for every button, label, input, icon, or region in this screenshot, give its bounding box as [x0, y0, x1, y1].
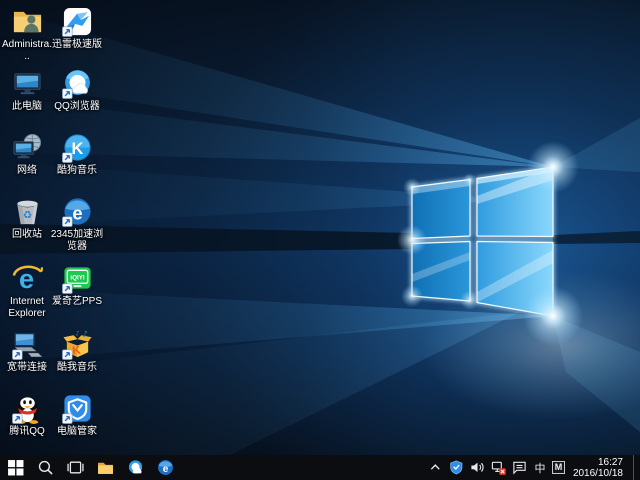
desktop-icon-label: 2345加速浏览器 — [49, 229, 105, 253]
start-icon — [7, 459, 24, 476]
qq-browser-icon — [127, 459, 144, 476]
svg-text:iQIYI: iQIYI — [70, 274, 85, 281]
svg-text:♻: ♻ — [22, 208, 32, 221]
kugou-music-icon: K — [62, 132, 93, 163]
desktop-icon-label: QQ浏览器 — [54, 101, 100, 113]
desktop-icon-browser-2345[interactable]: e 2345加速浏览器 — [49, 196, 105, 253]
desktop-icon-this-pc[interactable]: 此电脑 — [1, 68, 53, 113]
svg-text:K: K — [71, 140, 83, 158]
volume-icon[interactable] — [470, 460, 486, 476]
desktop-icon-label: 网络 — [17, 165, 37, 177]
desktop-icon-internet-explorer[interactable]: eInternet Explorer — [1, 263, 53, 320]
2345-browser-icon: e — [157, 459, 174, 476]
desktop-icon-administrator[interactable]: Administra... — [1, 6, 53, 63]
desktop-icon-label: 宽带连接 — [7, 362, 47, 374]
tencent-qq-icon — [12, 393, 43, 424]
tray-icons — [428, 460, 528, 476]
desktop-icon-label: 腾讯QQ — [9, 426, 45, 438]
search-icon — [37, 459, 54, 476]
file-explorer-button[interactable] — [90, 455, 120, 480]
desktop-icon-label: 此电脑 — [12, 101, 42, 113]
ime-indicator[interactable]: 中 — [533, 460, 547, 476]
security-shield-icon[interactable] — [449, 460, 465, 476]
desktop-icon-pc-manager[interactable]: 电脑管家 — [49, 393, 105, 438]
task-view-button[interactable] — [60, 455, 90, 480]
desktop-icon-label: 迅雷极速版 — [52, 39, 102, 51]
recycle-bin-icon: ♻ — [12, 196, 43, 227]
desktop-icon-label: Internet Explorer — [1, 296, 53, 320]
search-button[interactable] — [30, 455, 60, 480]
pc-manager-icon — [62, 393, 93, 424]
2345-browser-button[interactable]: e — [150, 455, 180, 480]
start-button[interactable] — [0, 455, 30, 480]
broadband-icon — [12, 329, 43, 360]
desktop-icon-qq-browser[interactable]: QQ浏览器 — [49, 68, 105, 113]
system-tray: 中 M 16:27 2016/10/18 — [428, 455, 640, 480]
desktop-icon-label: 酷我音乐 — [57, 362, 97, 374]
task-view-icon — [67, 459, 84, 476]
qq-browser-button[interactable] — [120, 455, 150, 480]
thunder-icon — [62, 6, 93, 37]
desktop-icons: Administra...迅雷极速版此电脑QQ浏览器网络K酷狗音乐♻回收站e23… — [0, 0, 640, 455]
m-tray-icon[interactable]: M — [552, 461, 565, 474]
desktop-icon-thunder[interactable]: 迅雷极速版 — [49, 6, 105, 51]
desktop-icon-recycle-bin[interactable]: ♻ 回收站 — [1, 196, 53, 241]
network-error-icon[interactable] — [491, 460, 507, 476]
clock-date: 2016/10/18 — [573, 468, 623, 479]
iqiyi-pps-icon: iQIYI — [62, 263, 93, 294]
desktop-icon-label: 回收站 — [12, 229, 42, 241]
desktop-icon-broadband[interactable]: 宽带连接 — [1, 329, 53, 374]
desktop-icon-network[interactable]: 网络 — [1, 132, 53, 177]
qq-browser-icon — [62, 68, 93, 99]
kuwo-music-icon: K♪♪ — [62, 329, 93, 360]
desktop-icon-label: 酷狗音乐 — [57, 165, 97, 177]
svg-text:♪: ♪ — [82, 330, 88, 340]
desktop-icon-iqiyi-pps[interactable]: iQIYI 爱奇艺PPS — [49, 263, 105, 308]
svg-text:e: e — [162, 464, 168, 475]
file-explorer-icon — [97, 459, 114, 476]
desktop-icon-tencent-qq[interactable]: 腾讯QQ — [1, 393, 53, 438]
taskbar-clock[interactable]: 16:27 2016/10/18 — [573, 457, 623, 479]
taskbar-left: e — [0, 455, 180, 480]
show-desktop-button[interactable] — [633, 455, 638, 480]
windows-desktop: Administra...迅雷极速版此电脑QQ浏览器网络K酷狗音乐♻回收站e23… — [0, 0, 640, 480]
administrator-icon — [12, 6, 43, 37]
svg-text:♪: ♪ — [75, 330, 79, 337]
desktop-icon-kuwo-music[interactable]: K♪♪ 酷我音乐 — [49, 329, 105, 374]
desktop-icon-label: 爱奇艺PPS — [52, 296, 102, 308]
taskbar: e 中 M 16:27 2016/10/18 — [0, 455, 640, 480]
action-center-icon[interactable] — [512, 460, 528, 476]
internet-explorer-icon: e — [12, 263, 43, 294]
desktop-icon-label: Administra... — [1, 39, 53, 63]
this-pc-icon — [12, 68, 43, 99]
browser-2345-icon: e — [62, 196, 93, 227]
clock-time: 16:27 — [573, 457, 623, 468]
chevron-up-icon[interactable] — [428, 460, 444, 476]
svg-text:e: e — [72, 202, 82, 223]
desktop-icon-label: 电脑管家 — [57, 426, 97, 438]
desktop-icon-kugou-music[interactable]: K 酷狗音乐 — [49, 132, 105, 177]
network-icon — [12, 132, 43, 163]
